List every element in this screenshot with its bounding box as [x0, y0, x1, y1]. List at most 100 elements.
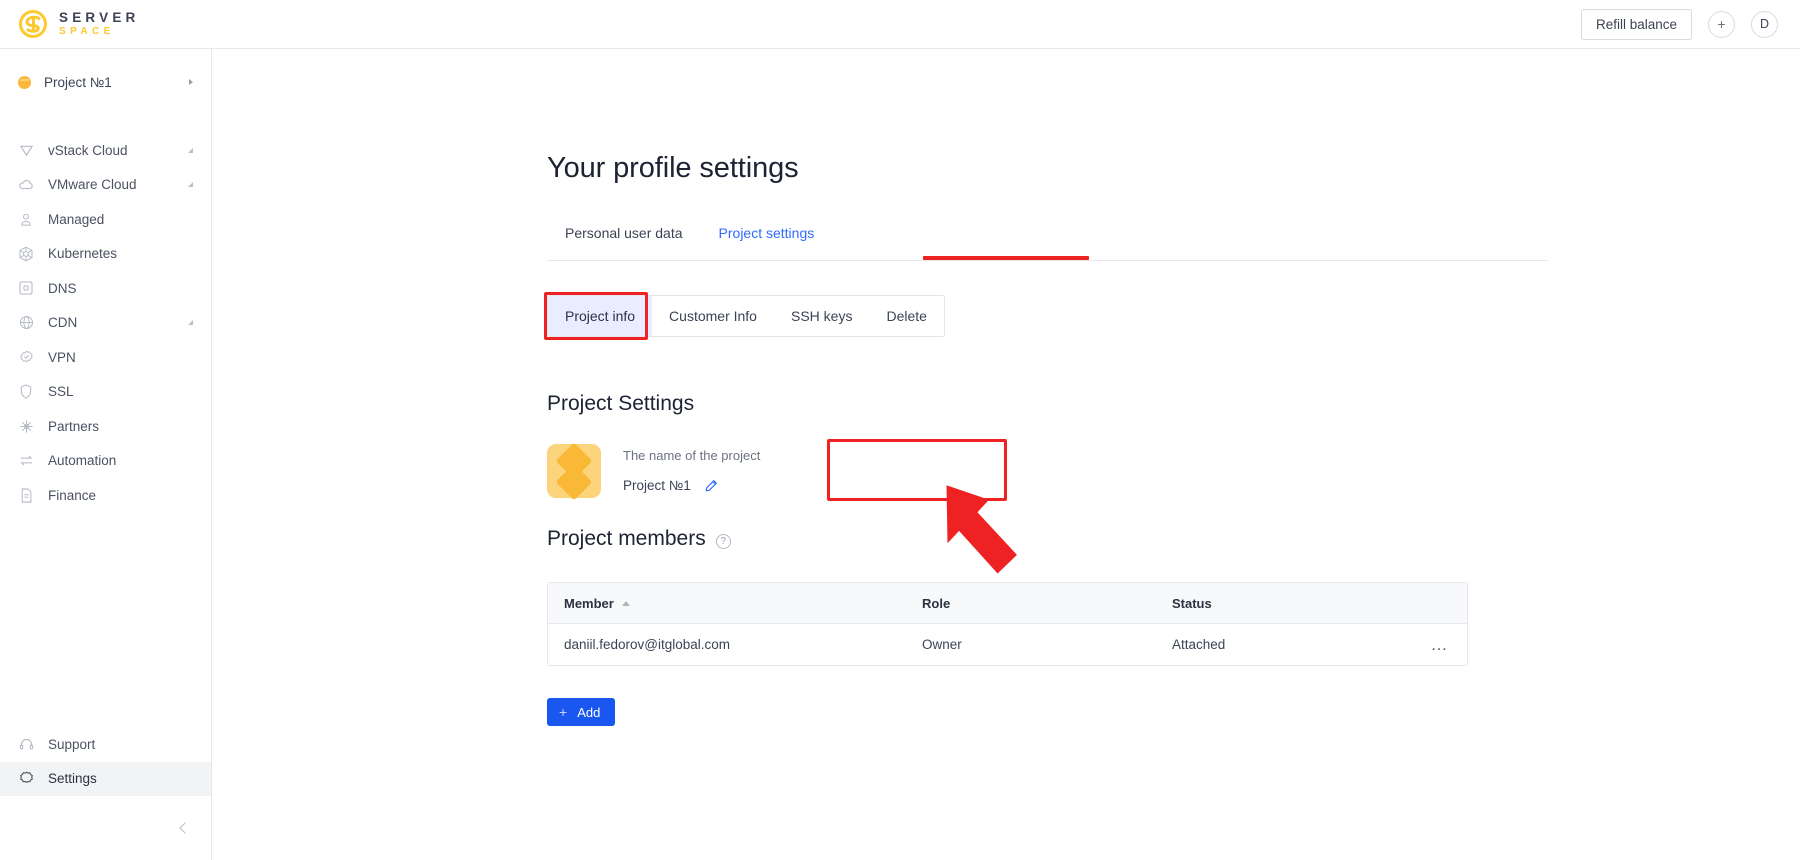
cell-member-email: daniil.fedorov@itglobal.com: [564, 637, 731, 652]
sidebar-item-automation[interactable]: Automation: [0, 444, 211, 479]
header-actions: Refill balance + D: [1580, 8, 1800, 40]
sidebar-item-vmware-cloud[interactable]: VMware Cloud: [0, 168, 211, 203]
caret-right-icon: [189, 79, 193, 85]
project-name-block: The name of the project Project №1: [623, 444, 773, 493]
project-settings-heading: Project Settings: [547, 392, 695, 415]
sidebar-label: Finance: [48, 487, 97, 503]
sidebar-label: VMware Cloud: [48, 177, 137, 193]
table-header-row: Member Role Status: [548, 583, 1467, 624]
sidebar-label: VPN: [48, 349, 76, 365]
sidebar-label: DNS: [48, 280, 77, 296]
project-name-label: The name of the project: [623, 448, 761, 463]
brand-logo[interactable]: SERVER SPACE: [0, 0, 212, 48]
segment-ssh-keys[interactable]: SSH keys: [773, 296, 870, 336]
table-row[interactable]: daniil.fedorov@itglobal.com Owner Attach…: [548, 624, 1467, 665]
profile-tabs: Personal user data Project settings: [547, 219, 1547, 261]
tab-project-settings[interactable]: Project settings: [701, 219, 833, 256]
segment-customer-info[interactable]: Customer Info: [652, 296, 774, 336]
plus-icon: +: [559, 704, 568, 720]
add-new-button[interactable]: +: [1708, 10, 1735, 38]
expand-triangle-icon[interactable]: [188, 320, 193, 326]
segment-project-info[interactable]: Project info: [548, 296, 653, 336]
column-header-status[interactable]: Status: [1172, 596, 1399, 611]
sidebar-item-vpn[interactable]: VPN: [0, 340, 211, 375]
project-settings-segmented-control: Project info Customer Info SSH keys Dele…: [547, 295, 945, 337]
shield-icon: [18, 384, 34, 400]
globe-icon: [18, 315, 34, 331]
sidebar: Project №1 vStack Cloud VMware Cloud Man…: [0, 49, 212, 860]
sidebar-nav-list: vStack Cloud VMware Cloud Managed Kubern…: [0, 133, 211, 513]
expand-triangle-icon[interactable]: [188, 147, 193, 153]
automation-icon: [18, 453, 34, 469]
column-header-member[interactable]: Member: [548, 596, 922, 611]
sidebar-item-ssl[interactable]: SSL: [0, 375, 211, 410]
sort-ascending-icon[interactable]: [621, 600, 630, 606]
project-members-heading: Project members: [547, 527, 706, 550]
add-member-button[interactable]: + Add: [547, 698, 616, 726]
project-name-value: Project №1: [623, 478, 691, 493]
sidebar-label: Automation: [48, 453, 117, 469]
annotation-arrow-to-project-name: [938, 474, 1058, 589]
brand-name-line1: SERVER: [59, 9, 140, 25]
sidebar-project-name: Project №1: [44, 74, 112, 90]
sidebar-label: Managed: [48, 211, 105, 227]
column-header-member-label: Member: [564, 595, 614, 611]
serverspace-logo-icon: [17, 8, 49, 40]
refill-balance-button[interactable]: Refill balance: [1580, 8, 1692, 40]
sidebar-label: Settings: [48, 771, 97, 787]
sidebar-label: SSL: [48, 384, 74, 400]
tab-personal-user-data[interactable]: Personal user data: [547, 219, 701, 256]
vpn-badge-icon: [18, 349, 34, 365]
document-icon: [18, 487, 34, 503]
sidebar-item-vstack-cloud[interactable]: vStack Cloud: [0, 133, 211, 168]
headset-icon: [18, 736, 34, 752]
column-header-role[interactable]: Role: [922, 596, 1172, 611]
sidebar-item-dns[interactable]: DNS: [0, 271, 211, 306]
sidebar-item-cdn[interactable]: CDN: [0, 306, 211, 341]
project-name-row: Project №1: [623, 478, 773, 493]
sidebar-item-partners[interactable]: Partners: [0, 409, 211, 444]
kubernetes-icon: [18, 246, 34, 262]
annotation-underline-project-settings: [923, 256, 1089, 260]
sidebar-item-managed[interactable]: Managed: [0, 202, 211, 237]
person-icon: [18, 211, 34, 227]
sidebar-label: vStack Cloud: [48, 142, 128, 158]
row-more-options-icon[interactable]: …: [1431, 636, 1450, 653]
sidebar-item-kubernetes[interactable]: Kubernetes: [0, 237, 211, 272]
gear-icon: [18, 771, 34, 787]
sidebar-label: Kubernetes: [48, 246, 118, 262]
chevron-left-icon[interactable]: [179, 822, 191, 834]
dns-icon: [18, 280, 34, 296]
user-avatar[interactable]: D: [1751, 10, 1778, 38]
segment-delete[interactable]: Delete: [869, 296, 944, 336]
page-title: Your profile settings: [547, 152, 799, 184]
sidebar-item-finance[interactable]: Finance: [0, 478, 211, 513]
project-diamond-avatar-icon: [547, 442, 601, 501]
sidebar-bottom-nav: Support Settings: [0, 727, 211, 860]
cell-status: Attached: [1172, 637, 1226, 652]
sidebar-collapse-row: [0, 796, 211, 860]
project-avatar-dot-icon: [18, 75, 31, 89]
project-members-heading-row: Project members ?: [547, 527, 731, 551]
diamond-shape-bottom: [555, 463, 593, 501]
project-info-card: The name of the project Project №1: [547, 442, 773, 501]
add-member-button-label: Add: [577, 704, 601, 720]
sidebar-label: Support: [48, 736, 96, 752]
sidebar-item-settings[interactable]: Settings: [0, 761, 211, 796]
sidebar-item-support[interactable]: Support: [0, 727, 211, 762]
question-mark-icon[interactable]: ?: [715, 534, 731, 549]
sidebar-project-switcher[interactable]: Project №1: [0, 59, 211, 105]
pencil-icon[interactable]: [704, 479, 718, 493]
main-content: Your profile settings Personal user data…: [212, 49, 1800, 860]
project-members-table: Member Role Status daniil.fedorov@itglob…: [547, 582, 1468, 666]
partners-icon: [18, 418, 34, 434]
cloud-icon: [18, 177, 34, 193]
sidebar-label: CDN: [48, 315, 78, 331]
annotation-box-project-name: [827, 439, 1007, 501]
sidebar-label: Partners: [48, 418, 100, 434]
top-header-bar: SERVER SPACE Refill balance + D: [0, 0, 1800, 49]
vstack-icon: [18, 142, 34, 158]
expand-triangle-icon[interactable]: [188, 182, 193, 188]
brand-name-line2: SPACE: [59, 26, 115, 38]
cell-actions: …: [1399, 636, 1467, 653]
